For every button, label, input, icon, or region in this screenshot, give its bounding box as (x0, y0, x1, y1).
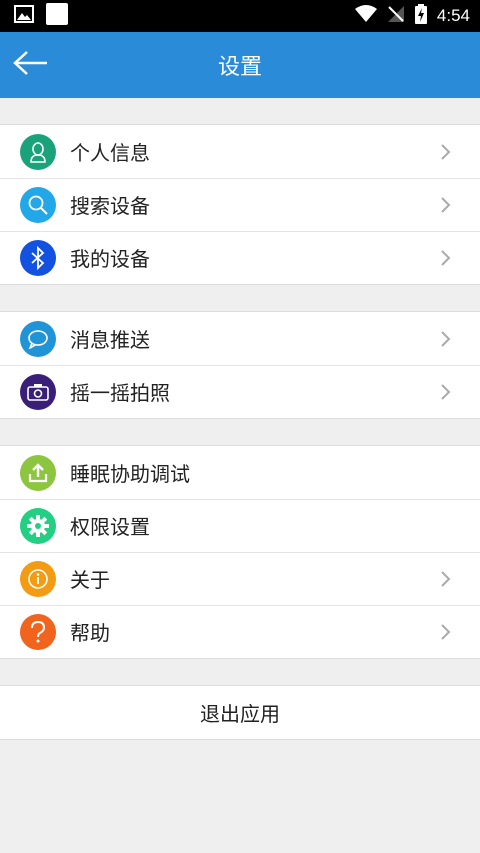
search-icon (20, 186, 56, 223)
menu-item-label: 搜索设备 (70, 194, 150, 218)
settings-group-features: 消息推送 摇一摇拍照 (0, 311, 480, 419)
chevron-right-icon (434, 380, 458, 404)
chat-bubble-icon (20, 320, 56, 357)
menu-item-label: 关于 (70, 568, 110, 592)
menu-item-push-messages[interactable]: 消息推送 (0, 312, 480, 365)
info-icon (20, 560, 56, 597)
settings-group-account: 个人信息 搜索设备 我的设备 (0, 124, 480, 285)
menu-item-shake-photo[interactable]: 摇一摇拍照 (0, 365, 480, 418)
menu-item-search-device[interactable]: 搜索设备 (0, 178, 480, 231)
chevron-right-icon (434, 246, 458, 270)
page-title: 设置 (217, 55, 262, 80)
chevron-right-icon (434, 567, 458, 591)
back-button[interactable] (10, 49, 50, 81)
camera-icon (20, 373, 56, 410)
chevron-right-icon (434, 620, 458, 644)
help-icon (20, 613, 56, 650)
menu-item-permission-settings[interactable]: 权限设置 (0, 499, 480, 552)
menu-item-personal-info[interactable]: 个人信息 (0, 125, 480, 178)
app-notification-icon (46, 3, 68, 29)
person-icon (20, 133, 56, 170)
status-bar: 4:54 (0, 0, 480, 32)
menu-item-label: 帮助 (70, 621, 110, 645)
menu-item-label: 睡眠协助调试 (70, 462, 190, 486)
arrow-left-icon (12, 50, 48, 80)
gear-icon (20, 507, 56, 544)
battery-charging-icon (414, 4, 427, 28)
app-bar: 设置 (0, 32, 480, 98)
menu-item-my-devices[interactable]: 我的设备 (0, 231, 480, 284)
menu-item-label: 我的设备 (70, 247, 150, 271)
wifi-icon (354, 5, 377, 27)
upload-icon (20, 454, 56, 491)
bluetooth-icon (20, 239, 56, 276)
menu-item-label: 权限设置 (70, 515, 150, 539)
menu-item-about[interactable]: 关于 (0, 552, 480, 605)
chevron-right-icon (434, 327, 458, 351)
clock-time: 4:54 (436, 6, 470, 25)
menu-item-help[interactable]: 帮助 (0, 605, 480, 658)
exit-app-label: 退出应用 (200, 702, 280, 726)
menu-item-label: 个人信息 (70, 141, 150, 165)
chevron-right-icon (434, 140, 458, 164)
menu-item-sleep-assist-debug[interactable]: 睡眠协助调试 (0, 446, 480, 499)
menu-item-label: 摇一摇拍照 (70, 381, 170, 405)
exit-app-button[interactable]: 退出应用 (0, 685, 480, 740)
signal-off-icon (387, 5, 405, 27)
menu-item-label: 消息推送 (70, 328, 150, 352)
chevron-right-icon (434, 193, 458, 217)
settings-group-system: 睡眠协助调试 权限设置 关于 帮助 (0, 445, 480, 659)
image-notification-icon (14, 5, 34, 27)
